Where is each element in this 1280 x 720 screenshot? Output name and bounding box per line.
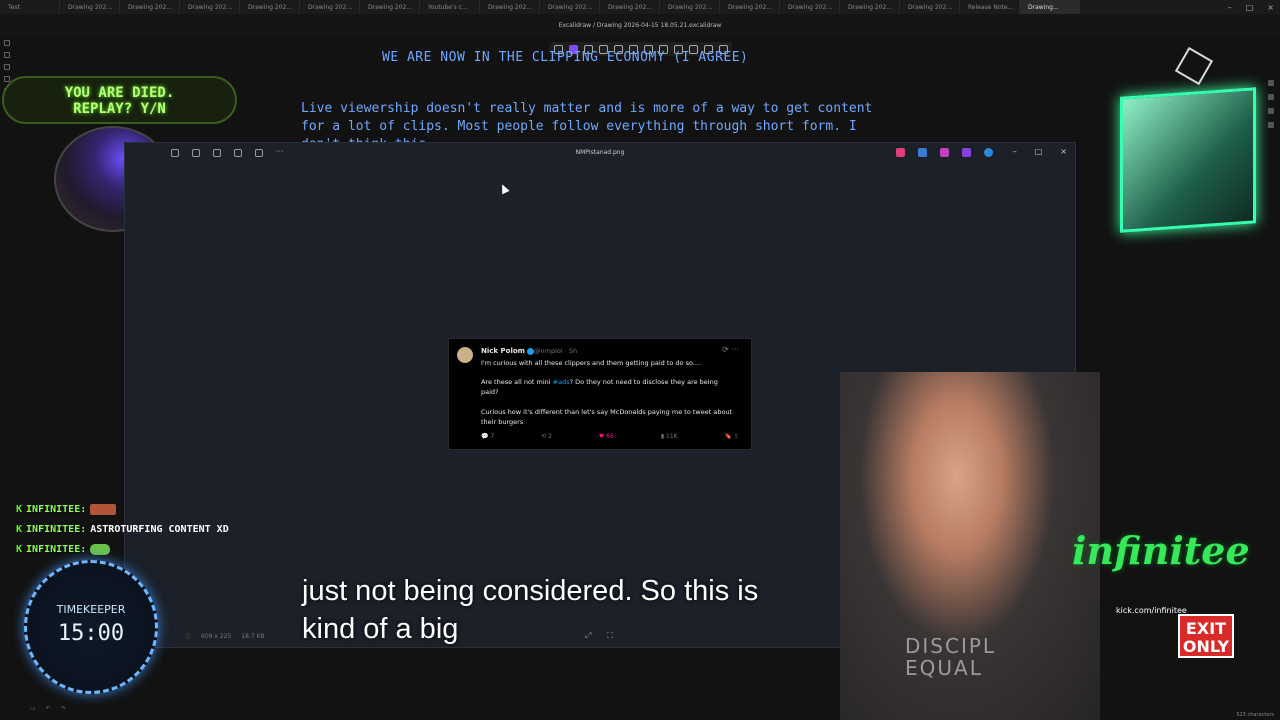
link-icon[interactable] — [1268, 108, 1274, 114]
brand-url: kick.com/infinitee — [1116, 606, 1187, 615]
app-icon-4[interactable] — [962, 148, 971, 157]
avatar — [457, 347, 473, 363]
tweet-line-1: I'm curious with all these clippers and … — [481, 359, 702, 367]
browser-tab[interactable]: Drawing 202... — [300, 0, 360, 14]
browser-tab[interactable]: Drawing 202... — [900, 0, 960, 14]
canvas-bottom-controls: ▭ ↶ ↷ — [30, 705, 66, 712]
like-button[interactable]: ♥ 66 — [599, 433, 614, 440]
verified-icon — [526, 347, 534, 355]
reply-button[interactable]: 💬 7 — [481, 433, 494, 440]
browser-tab-bar: Test Drawing 202... Drawing 202... Drawing … — [0, 0, 1280, 14]
browser-tab[interactable]: Drawing 202... — [840, 0, 900, 14]
tweet-line-3: Curious how it's different than let's sa… — [481, 408, 733, 426]
canvas-heading: WE ARE NOW IN THE CLIPPING ECONOMY (I AG… — [382, 50, 749, 65]
cloud-icon[interactable] — [984, 148, 993, 157]
browser-tab[interactable]: Drawing 202... — [180, 0, 240, 14]
zoom-icon[interactable]: ▭ — [30, 705, 36, 712]
tag-icon[interactable] — [1268, 94, 1274, 100]
chat-message: K INFINITEE: — [16, 504, 117, 515]
search-icon[interactable] — [4, 52, 10, 58]
minimize-icon[interactable]: – — [1228, 3, 1232, 12]
shirt-text: DISCIPL EQUAL — [905, 634, 997, 680]
status-bar-text: 523 characters — [1236, 712, 1274, 718]
tweet-author: Nick Polom — [481, 347, 534, 355]
chat-message: K INFINITEE: — [16, 544, 111, 555]
brand-logo: infinitee — [1072, 528, 1250, 573]
views-count: ▮ 11K — [660, 433, 678, 440]
browser-tab[interactable]: Drawing 202... — [480, 0, 540, 14]
tweet-card: Nick Polom @nmplol · 5h ⟳ ··· I'm curiou… — [448, 338, 752, 450]
browser-tab[interactable]: Youtube's c... — [420, 0, 480, 14]
browser-tab[interactable]: Test — [0, 0, 60, 14]
window-controls: – □ × — [1228, 0, 1274, 14]
browser-tab[interactable]: Drawing 202... — [600, 0, 660, 14]
browser-tab[interactable]: Drawing... — [1020, 0, 1080, 14]
tweet-line-2: Are these all not mini #ads? Do they not… — [481, 378, 718, 396]
more-options-icon[interactable]: ⟳ ··· — [722, 345, 739, 354]
browser-tab[interactable]: Drawing 202... — [720, 0, 780, 14]
browser-tab[interactable]: Drawing 202... — [120, 0, 180, 14]
browser-tab[interactable]: Drawing 202... — [240, 0, 300, 14]
breadcrumb: Excalidraw / Drawing 2026-04-15 18.05.21… — [0, 14, 1280, 36]
browser-tab[interactable]: Drawing 202... — [780, 0, 840, 14]
browser-tab[interactable]: Drawing 202... — [660, 0, 720, 14]
hashtag[interactable]: #ads — [553, 378, 570, 386]
viewer-maximize-icon[interactable]: □ — [1035, 147, 1043, 156]
viewer-minimize-icon[interactable]: – — [1013, 147, 1017, 156]
files-icon[interactable] — [4, 40, 10, 46]
bookmark-icon[interactable] — [4, 64, 10, 70]
emote — [90, 504, 117, 515]
app-icon-1[interactable] — [896, 148, 905, 157]
close-icon[interactable]: × — [1267, 3, 1274, 12]
timer-label: TIMEKEEPER — [56, 603, 126, 616]
right-rail — [1268, 80, 1278, 128]
app-icon-2[interactable] — [918, 148, 927, 157]
undo-icon[interactable]: ↶ — [46, 705, 51, 712]
properties-icon[interactable] — [1268, 122, 1274, 128]
subtitle-caption: just not being considered. So this is ki… — [302, 575, 759, 645]
emote — [90, 544, 111, 555]
redo-icon[interactable]: ↷ — [61, 705, 66, 712]
viewer-window-controls: – □ × — [1013, 147, 1067, 156]
file-size: 18.7 KB — [241, 633, 265, 640]
app-icon-3[interactable] — [940, 148, 949, 157]
viewer-app-icons — [896, 148, 993, 157]
browser-tab[interactable]: Release Note... — [960, 0, 1020, 14]
bookmark-share-icons[interactable]: 🔖 ⇪ — [725, 433, 739, 440]
chat-message: K INFINITEE: ASTROTURFING CONTENT XD — [16, 524, 229, 535]
outline-icon[interactable] — [1268, 80, 1274, 86]
info-icon[interactable]: ⓘ — [185, 632, 191, 641]
decorative-image-panel — [1120, 87, 1256, 233]
image-dimensions: 609 x 225 — [201, 633, 232, 640]
tweet-handle: @nmplol · 5h — [534, 347, 578, 355]
browser-tab[interactable]: Drawing 202... — [360, 0, 420, 14]
tweet-actions: 💬 7 ⟲ 2 ♥ 66 ▮ 11K 🔖 ⇪ — [481, 433, 739, 440]
timekeeper-widget: TIMEKEEPER 15:00 — [24, 560, 158, 694]
viewer-footer: ⓘ 609 x 225 18.7 KB — [185, 632, 265, 641]
browser-tab[interactable]: Drawing 202... — [540, 0, 600, 14]
browser-tab[interactable]: Drawing 202... — [60, 0, 120, 14]
timer-value: 15:00 — [57, 621, 125, 646]
exit-only-sign: EXIT ONLY — [1178, 614, 1234, 658]
died-banner: YOU ARE DIED. REPLAY? Y/N — [2, 76, 237, 124]
viewer-close-icon[interactable]: × — [1060, 147, 1067, 156]
maximize-icon[interactable]: □ — [1246, 3, 1254, 12]
repost-button[interactable]: ⟲ 2 — [541, 433, 552, 440]
